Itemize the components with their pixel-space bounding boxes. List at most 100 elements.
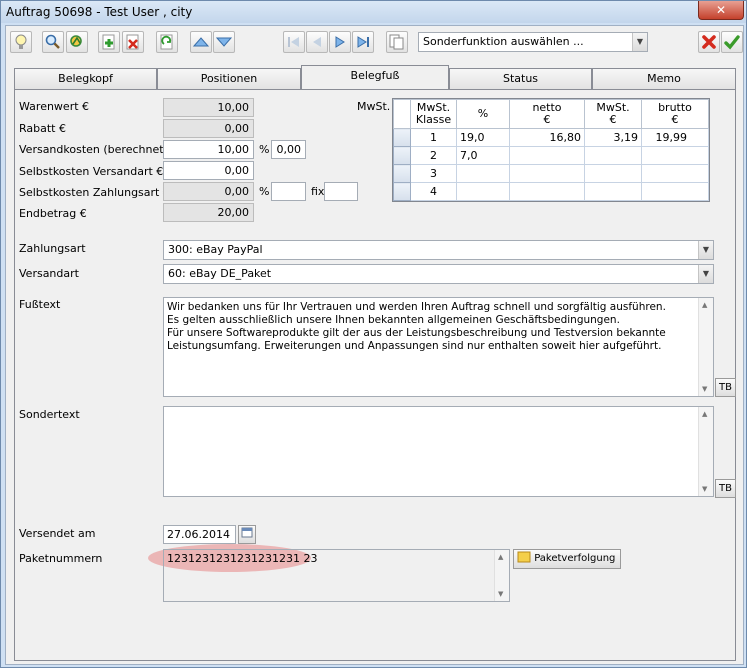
- netto-cell[interactable]: [509, 182, 585, 201]
- arrow-up-icon[interactable]: [190, 31, 212, 53]
- mwst-grid[interactable]: MwSt. Klasse % netto € MwSt. € brutto € 1 19…: [392, 98, 710, 202]
- chevron-down-icon[interactable]: ▼: [698, 241, 713, 259]
- percent-cell[interactable]: [456, 182, 510, 201]
- selbstkosten-versandart-field[interactable]: 0,00: [163, 161, 254, 180]
- netto-cell[interactable]: 16,80: [509, 128, 585, 147]
- rabatt-label: Rabatt €: [19, 122, 66, 135]
- confirm-icon[interactable]: [721, 31, 743, 53]
- tab-memo[interactable]: Memo: [592, 68, 736, 89]
- brutto-cell[interactable]: [641, 182, 709, 201]
- refresh-search-icon[interactable]: [66, 31, 88, 53]
- percent-cell[interactable]: 19,0: [456, 128, 510, 147]
- tab-positionen[interactable]: Positionen: [157, 68, 301, 89]
- paketverfolgung-label: Paketverfolgung: [534, 553, 616, 564]
- warenwert-field: 10,00: [163, 98, 254, 117]
- netto-cell[interactable]: [509, 164, 585, 183]
- versandart-value: 60: eBay DE_Paket: [168, 267, 272, 280]
- row-selector[interactable]: [393, 146, 411, 165]
- copy-icon[interactable]: [156, 31, 178, 53]
- sondertext-label: Sondertext: [19, 408, 80, 421]
- arrow-down-icon[interactable]: [213, 31, 235, 53]
- fusstext-textarea[interactable]: Wir bedanken uns für Ihr Vertrauen und w…: [163, 297, 714, 397]
- brutto-cell[interactable]: [641, 146, 709, 165]
- fusstext-tb-button[interactable]: TB: [715, 378, 736, 397]
- paketnummern-value: 1231231231231231231 23: [167, 552, 318, 565]
- sondertext-textarea[interactable]: ▲ ▼: [163, 406, 714, 497]
- order-window: Auftrag 50698 - Test User , city ✕ Sonde…: [0, 0, 747, 668]
- delete-icon[interactable]: [122, 31, 144, 53]
- chevron-down-icon[interactable]: ▼: [632, 33, 647, 51]
- versendet-am-label: Versendet am: [19, 527, 96, 540]
- cancel-icon[interactable]: [698, 31, 720, 53]
- klasse-cell[interactable]: 4: [410, 182, 457, 201]
- versandart-select[interactable]: 60: eBay DE_Paket ▼: [163, 264, 714, 284]
- klasse-cell[interactable]: 3: [410, 164, 457, 183]
- paketnummern-scrollbar[interactable]: ▲ ▼: [494, 550, 509, 601]
- zahlungsart-percent-field[interactable]: [271, 182, 306, 201]
- sondertext-scrollbar[interactable]: ▲ ▼: [698, 407, 713, 496]
- paketverfolgung-button[interactable]: Paketverfolgung: [513, 549, 621, 569]
- tab-belegfuss[interactable]: Belegfuß: [301, 65, 449, 89]
- zahlungsart-value: 300: eBay PayPal: [168, 243, 263, 256]
- versandkosten-percent-symbol: %: [259, 143, 270, 156]
- zahlungsart-select[interactable]: 300: eBay PayPal ▼: [163, 240, 714, 260]
- sondertext-tb-button[interactable]: TB: [715, 479, 736, 498]
- tab-belegkopf[interactable]: Belegkopf: [14, 68, 157, 89]
- brutto-cell[interactable]: 19,99: [641, 128, 709, 147]
- selbstkosten-zahlungsart-label: Selbstkosten Zahlungsart €: [19, 186, 170, 199]
- row-selector[interactable]: [393, 182, 411, 201]
- versandkosten-percent-field[interactable]: 0,00: [271, 140, 306, 159]
- percent-cell[interactable]: [456, 164, 510, 183]
- versandkosten-field[interactable]: 10,00: [163, 140, 254, 159]
- paketnummern-textarea[interactable]: 1231231231231231231 23 ▲ ▼: [163, 549, 510, 602]
- klasse-cell[interactable]: 1: [410, 128, 457, 147]
- scroll-down-icon[interactable]: ▼: [702, 485, 707, 493]
- scroll-up-icon[interactable]: ▲: [498, 553, 503, 561]
- close-window-button[interactable]: ✕: [698, 1, 744, 20]
- fusstext-line: Wir bedanken uns für Ihr Vertrauen und w…: [167, 301, 666, 313]
- mwst-label: MwSt.: [357, 100, 391, 113]
- row-selector[interactable]: [393, 164, 411, 183]
- document-icon[interactable]: [386, 31, 408, 53]
- paketnummern-label: Paketnummern: [19, 552, 103, 565]
- klasse-cell[interactable]: 2: [410, 146, 457, 165]
- lightbulb-icon[interactable]: [10, 31, 32, 53]
- scroll-up-icon[interactable]: ▲: [702, 301, 707, 309]
- table-row[interactable]: 4: [393, 182, 709, 201]
- fusstext-line: Es gelten ausschließlich unsere Ihnen be…: [167, 314, 620, 326]
- mwst-cell[interactable]: [584, 164, 642, 183]
- percent-cell[interactable]: 7,0: [456, 146, 510, 165]
- search-icon[interactable]: [42, 31, 64, 53]
- endbetrag-label: Endbetrag €: [19, 207, 87, 220]
- special-function-select[interactable]: Sonderfunktion auswählen ... ▼: [418, 32, 648, 52]
- tab-status[interactable]: Status: [449, 68, 592, 89]
- scroll-down-icon[interactable]: ▼: [498, 590, 503, 598]
- row-selector[interactable]: [393, 128, 411, 147]
- table-row[interactable]: 1 19,0 16,80 3,19 19,99: [393, 128, 709, 147]
- fix-field[interactable]: [324, 182, 358, 201]
- table-row[interactable]: 3: [393, 164, 709, 183]
- versendet-am-field[interactable]: 27.06.2014: [163, 525, 236, 544]
- calendar-icon[interactable]: [238, 525, 256, 544]
- scroll-down-icon[interactable]: ▼: [702, 385, 707, 393]
- mwst-cell[interactable]: 3,19: [584, 128, 642, 147]
- mwst-header-row: MwSt. Klasse % netto € MwSt. € brutto €: [393, 99, 709, 129]
- next-icon[interactable]: [329, 31, 351, 53]
- first-icon[interactable]: [283, 31, 305, 53]
- chevron-down-icon[interactable]: ▼: [698, 265, 713, 283]
- last-icon[interactable]: [352, 31, 374, 53]
- previous-icon[interactable]: [306, 31, 328, 53]
- table-row[interactable]: 2 7,0: [393, 146, 709, 165]
- scroll-up-icon[interactable]: ▲: [702, 410, 707, 418]
- add-icon[interactable]: [98, 31, 120, 53]
- rabatt-field: 0,00: [163, 119, 254, 138]
- netto-cell[interactable]: [509, 146, 585, 165]
- fusstext-content: Wir bedanken uns für Ihr Vertrauen und w…: [167, 301, 666, 353]
- title-bar: Auftrag 50698 - Test User , city ✕: [1, 1, 746, 23]
- fusstext-scrollbar[interactable]: ▲ ▼: [698, 298, 713, 396]
- brutto-cell[interactable]: [641, 164, 709, 183]
- versandart-label: Versandart: [19, 267, 79, 280]
- mwst-cell[interactable]: [584, 146, 642, 165]
- mwst-cell[interactable]: [584, 182, 642, 201]
- special-function-value: Sonderfunktion auswählen ...: [423, 35, 584, 48]
